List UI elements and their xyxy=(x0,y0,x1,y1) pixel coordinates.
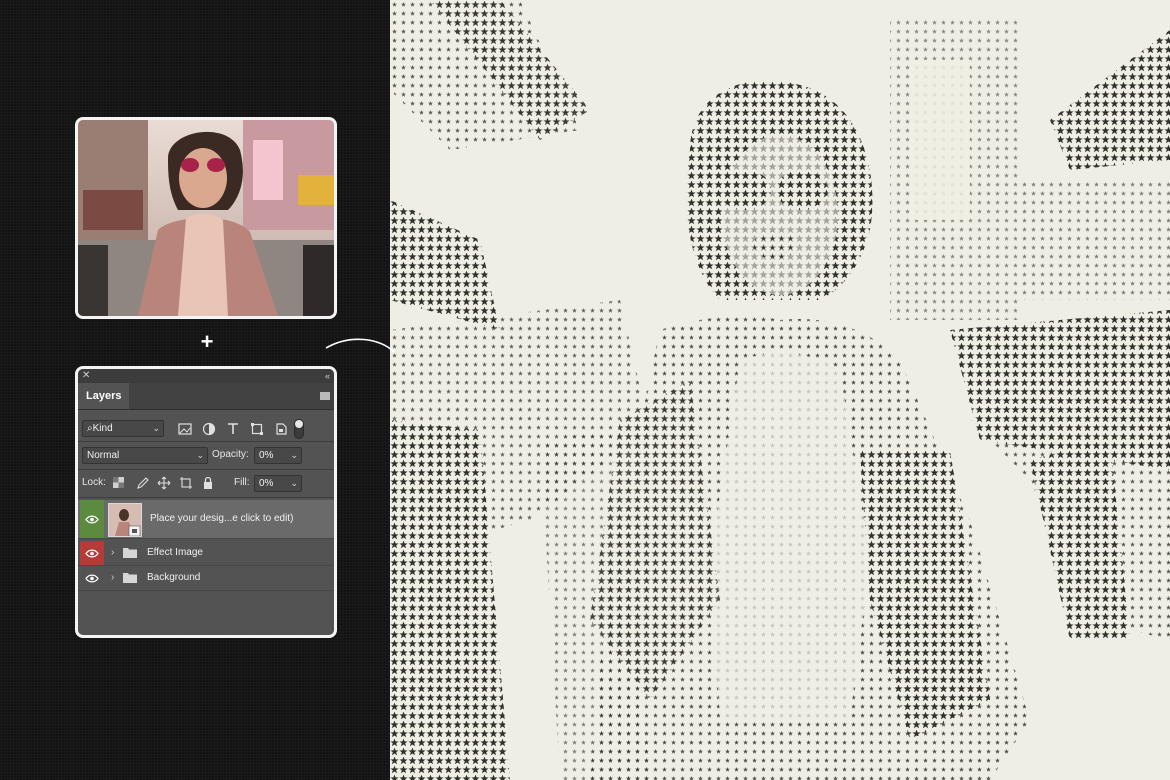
smart-object-filter-icon[interactable] xyxy=(274,422,288,436)
tab-layers[interactable]: Layers xyxy=(78,383,130,409)
visibility-toggle[interactable] xyxy=(80,500,104,538)
visibility-toggle[interactable] xyxy=(80,566,104,590)
opacity-value: 0% xyxy=(259,450,274,461)
filter-row: ⌕Kind ⌄ xyxy=(78,415,334,441)
fill-value: 0% xyxy=(259,478,274,489)
chevron-down-icon: ⌄ xyxy=(290,478,298,488)
source-photo-card xyxy=(75,117,337,319)
halftone-result-image xyxy=(390,0,1170,780)
eye-icon xyxy=(85,549,99,557)
blend-mode-value: Normal xyxy=(87,450,120,461)
close-icon[interactable]: ✕ xyxy=(82,369,90,383)
opacity-label: Opacity: xyxy=(212,449,249,460)
layer-thumbnail xyxy=(108,503,142,537)
filter-kind-select[interactable]: ⌕Kind ⌄ xyxy=(82,420,164,437)
lock-transparent-pixels-icon[interactable] xyxy=(113,477,124,488)
chevron-down-icon: ⌄ xyxy=(152,423,160,433)
filter-kind-label: Kind xyxy=(92,423,113,434)
expand-arrow-icon[interactable]: › xyxy=(111,572,114,583)
blend-row: Normal ⌄ Opacity: 0% ⌄ xyxy=(78,442,334,468)
panel-tab-bar: Layers xyxy=(78,383,334,410)
lock-all-icon[interactable] xyxy=(201,476,215,490)
fill-field[interactable]: 0% ⌄ xyxy=(254,475,302,492)
artwork-preview: + ✕ « Layers ⌕Kind ⌄ Normal ⌄ Opacity: 0… xyxy=(0,0,1170,780)
folder-icon xyxy=(123,548,137,558)
collapse-icon[interactable]: « xyxy=(325,369,330,383)
layer-name[interactable]: Background xyxy=(147,572,200,584)
panel-menu-icon[interactable] xyxy=(320,392,330,400)
lock-image-pixels-icon[interactable] xyxy=(135,476,149,490)
opacity-field[interactable]: 0% ⌄ xyxy=(254,447,302,464)
fill-label: Fill: xyxy=(234,477,250,488)
shape-filter-icon[interactable] xyxy=(250,422,264,436)
halftone-illustration xyxy=(390,0,1170,780)
image-filter-icon[interactable] xyxy=(178,422,192,436)
eye-icon xyxy=(85,574,99,582)
expand-arrow-icon[interactable]: › xyxy=(111,547,114,558)
visibility-toggle[interactable] xyxy=(80,541,104,565)
plus-sign: + xyxy=(200,329,214,354)
layer-row-smart-object[interactable]: Place your desig...e click to edit) xyxy=(78,500,334,539)
layers-panel: ✕ « Layers ⌕Kind ⌄ Normal ⌄ Opacity: 0% … xyxy=(75,366,337,638)
layer-name[interactable]: Effect Image xyxy=(147,547,203,559)
adjustment-filter-icon[interactable] xyxy=(202,422,216,436)
chevron-down-icon: ⌄ xyxy=(290,450,298,460)
lock-row: Lock: Fill: 0% ⌄ xyxy=(78,470,334,496)
source-photo xyxy=(78,120,334,316)
eye-icon xyxy=(85,515,99,523)
lock-label: Lock: xyxy=(82,477,106,488)
chevron-down-icon: ⌄ xyxy=(196,450,204,460)
layer-row-effect-image[interactable]: › Effect Image xyxy=(78,541,334,566)
panel-title-bar: ✕ « xyxy=(78,369,334,383)
lock-position-icon[interactable] xyxy=(157,476,171,490)
filter-toggle-icon[interactable] xyxy=(294,419,304,439)
blend-mode-select[interactable]: Normal ⌄ xyxy=(82,447,208,464)
type-filter-icon[interactable] xyxy=(226,422,240,436)
thumbnail-image xyxy=(109,504,141,536)
folder-icon xyxy=(123,573,137,583)
connector-arrow xyxy=(325,338,395,353)
lock-artboard-icon[interactable] xyxy=(179,476,193,490)
layer-name[interactable]: Place your desig...e click to edit) xyxy=(150,513,293,525)
layer-row-background[interactable]: › Background xyxy=(78,566,334,591)
